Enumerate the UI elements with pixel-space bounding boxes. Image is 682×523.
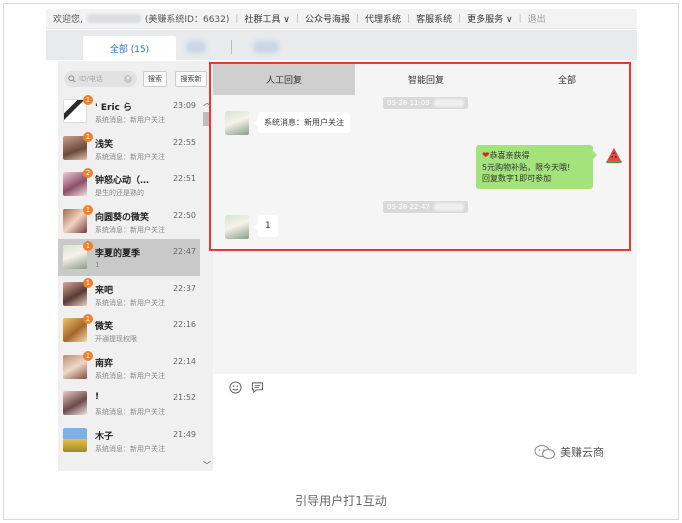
account-id: (美赚系统ID：6632) xyxy=(144,15,230,25)
list-item[interactable]: 木子 系统消息：新用户关注 21:49 xyxy=(58,422,200,459)
unread-badge: 1 xyxy=(83,204,93,215)
greeting-text: 欢迎您, xyxy=(53,15,83,25)
list-item[interactable]: 1 南弈 系统消息：新用户关注 22:14 xyxy=(58,349,200,386)
menu-more-services[interactable]: 更多服务 ∨ xyxy=(467,12,512,25)
unread-badge: 1 xyxy=(83,277,93,288)
message-preview: 系统消息：新用户关注 xyxy=(95,371,165,380)
logout-link[interactable]: 退出 xyxy=(528,12,546,25)
tab-divider xyxy=(231,40,232,54)
search-icon xyxy=(68,75,76,83)
message-preview: 开通提现权限 xyxy=(95,335,137,343)
contact-name: 浅笑 xyxy=(95,139,114,150)
unread-badge: 1 xyxy=(83,314,93,324)
list-item-selected[interactable]: 1 李夏的夏季 1 22:47 xyxy=(58,239,200,276)
avatar xyxy=(63,391,87,415)
highlight-box xyxy=(209,62,631,251)
message-preview: 系统消息：新用户关注 xyxy=(95,225,165,234)
message-time: 22:50 xyxy=(172,210,196,220)
contact-name: 南弈 xyxy=(95,358,114,369)
wechat-icon xyxy=(534,445,555,459)
contact-name: 来吧 xyxy=(95,285,114,296)
contact-name: ' Eric ら xyxy=(95,103,133,113)
list-item[interactable]: 1 浅笑 系统消息：新用户关注 22:55 xyxy=(58,130,200,167)
message-preview: 系统消息：新用户关注 xyxy=(95,116,165,124)
message-time: 22:55 xyxy=(172,137,196,147)
message-preview: 系统消息：新用户关注 xyxy=(95,444,165,453)
message-time: 22:37 xyxy=(172,283,196,293)
message-time: 22:14 xyxy=(172,356,196,366)
menu-agent-system[interactable]: 代理系统 xyxy=(365,12,401,25)
search-input[interactable]: ID/电话 × xyxy=(64,71,137,87)
search-placeholder: ID/电话 xyxy=(79,75,103,83)
tab-all[interactable]: 全部 (15) xyxy=(83,36,176,60)
conversation-sidebar: ID/电话 × 搜索 搜索新 1 ' Eric ら 系统消息：新用户关注 23:… xyxy=(58,61,213,471)
menu-service-system[interactable]: 客服系统 xyxy=(416,12,452,25)
blurred-tab[interactable] xyxy=(186,41,206,53)
message-preview: 系统消息：新用户关注 xyxy=(95,408,165,416)
unread-badge: 1 xyxy=(83,350,93,361)
search-new-button[interactable]: 搜索新 xyxy=(175,71,207,87)
chevron-down-icon[interactable]: ﹀ xyxy=(203,460,211,471)
blurred-username xyxy=(86,14,141,23)
unread-badge: 1 xyxy=(83,241,93,251)
clear-icon[interactable]: × xyxy=(124,75,132,83)
figure-caption: 引导用户打1互动 xyxy=(295,494,387,508)
message-time: 23:09 xyxy=(172,101,196,110)
conversation-list: 1 ' Eric ら 系统消息：新用户关注 23:09 1 浅笑 系统消息：新用… xyxy=(58,93,200,458)
account-tab-strip: 全部 (15) xyxy=(46,30,637,60)
contact-name: 微笑 xyxy=(95,322,114,332)
unread-badge: 1 xyxy=(83,131,93,142)
emoji-icon[interactable] xyxy=(229,381,242,394)
list-item[interactable]: 2 钟怒心动（… 是生的还是熟的 22:51 xyxy=(58,166,200,203)
list-item[interactable]: 1 ' Eric ら 系统消息：新用户关注 23:09 xyxy=(58,93,200,130)
contact-name: 向圆葵の微笑 xyxy=(95,212,150,223)
message-preview: 1 xyxy=(95,261,100,269)
message-time: 21:49 xyxy=(172,429,196,439)
unread-badge: 1 xyxy=(83,95,93,105)
message-preview: 系统消息：新用户关注 xyxy=(95,152,165,161)
contact-name: 李夏的夏季 xyxy=(95,249,141,259)
watermark: 美赚云商 xyxy=(534,444,604,460)
menu-poster[interactable]: 公众号海报 xyxy=(305,12,350,25)
message-preview: 系统消息：新用户关注 xyxy=(95,298,165,307)
unread-badge: 2 xyxy=(83,168,93,178)
blurred-tab[interactable] xyxy=(253,41,279,53)
contact-name: ! xyxy=(95,392,100,402)
search-button[interactable]: 搜索 xyxy=(143,71,167,87)
contact-name: 钟怒心动（… xyxy=(95,176,150,186)
message-time: 22:16 xyxy=(172,320,196,329)
message-time: 22:51 xyxy=(172,174,196,183)
menu-community-tools[interactable]: 社群工具 ∨ xyxy=(244,12,289,25)
message-preview: 是生的还是熟的 xyxy=(95,189,144,197)
list-item[interactable]: 1 向圆葵の微笑 系统消息：新用户关注 22:50 xyxy=(58,203,200,240)
list-item[interactable]: 1 来吧 系统消息：新用户关注 22:37 xyxy=(58,276,200,313)
top-navigation-bar: 欢迎您, (美赚系统ID：6632) | 社群工具 ∨ | 公众号海报 | 代理… xyxy=(46,9,637,29)
search-row: ID/电话 × 搜索 搜索新 xyxy=(64,71,208,87)
quick-reply-icon[interactable] xyxy=(251,381,264,394)
avatar xyxy=(63,427,87,452)
list-item[interactable]: 1 微笑 开通提现权限 22:16 xyxy=(58,312,200,349)
message-time: 21:52 xyxy=(172,393,196,402)
contact-name: 木子 xyxy=(95,431,114,442)
watermark-text: 美赚云商 xyxy=(560,446,604,459)
list-item[interactable]: ! 系统消息：新用户关注 21:52 xyxy=(58,385,200,422)
message-time: 22:47 xyxy=(172,247,196,256)
